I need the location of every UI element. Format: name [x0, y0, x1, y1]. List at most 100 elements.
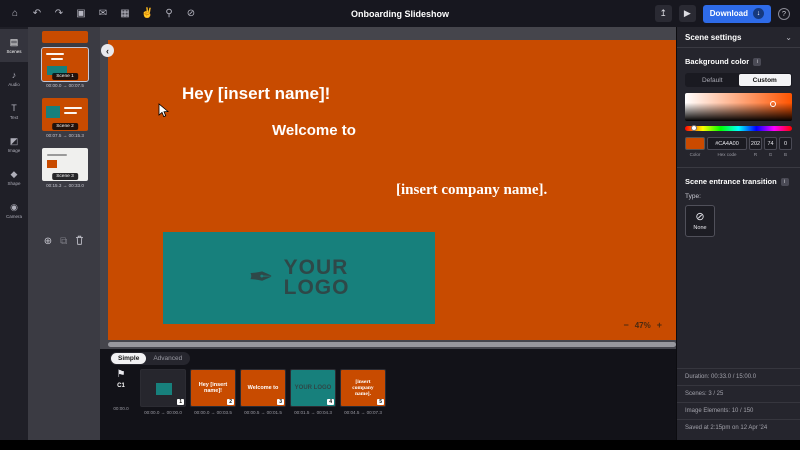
logo-placeholder[interactable]: ✒ YOUR LOGO [163, 232, 435, 324]
undo-icon[interactable]: ↶ [31, 9, 43, 19]
project-title[interactable]: Onboarding Slideshow [351, 9, 449, 19]
slide-subheading-text[interactable]: Welcome to [272, 122, 356, 139]
horizontal-scrollbar[interactable] [108, 342, 676, 347]
share-button[interactable]: ↥ [655, 5, 672, 22]
item-time-range: 00:01.5 → 00:04.3 [294, 410, 332, 415]
slide-canvas[interactable]: ‹ Hey [insert name]! Welcome to [insert … [108, 40, 676, 340]
app-window: ⌂ ↶ ↷ ▣ ✉ ▦ ✌ ⚲ ⊘ Onboarding Slideshow ↥… [0, 0, 800, 450]
scene-card-2[interactable]: Scene 2 00:07.5 → 00:15.3 [42, 98, 88, 138]
hue-cursor[interactable] [691, 125, 697, 131]
delete-scene-button[interactable] [75, 235, 84, 248]
scene-name-badge: Scene 1 [52, 73, 78, 80]
stat-scenes: Scenes: 3 / 25 [677, 385, 800, 402]
sidebar-item-label: Shape [7, 181, 20, 186]
collapse-panel-button[interactable]: ‹ [101, 44, 114, 57]
hex-code-field[interactable]: #CA4A00 [707, 137, 747, 150]
add-scene-button[interactable]: ⊕ [44, 236, 52, 247]
home-icon[interactable]: ⌂ [9, 9, 21, 19]
grid-icon[interactable]: ▦ [119, 9, 131, 19]
hue-slider[interactable] [685, 126, 792, 131]
sidebar-item-label: Scenes [6, 49, 21, 54]
settings-title: Scene settings [685, 33, 741, 42]
item-time-range: 00:04.5 → 00:07.3 [344, 410, 382, 415]
preview-play-button[interactable]: ▶ [679, 5, 696, 22]
blue-field[interactable]: 0 [779, 137, 792, 150]
scene-actions: ⊕ ⧉ [28, 235, 100, 248]
sidebar-item-label: Text [10, 115, 18, 120]
redo-icon[interactable]: ↷ [53, 9, 65, 19]
scene-card-3[interactable]: Scene 3 00:15.3 → 00:33.0 [42, 148, 88, 188]
download-button[interactable]: Download ↓ [703, 5, 771, 23]
thumb-image-block [47, 160, 57, 168]
tab-default[interactable]: Default [686, 74, 739, 86]
top-bar-actions: ↥ ▶ Download ↓ ? [655, 5, 800, 23]
scene-thumb-partial[interactable] [42, 31, 88, 43]
sidebar-item-label: Image [8, 148, 21, 153]
info-icon[interactable]: i [753, 58, 761, 66]
timeline-thumb-logo[interactable]: YOUR LOGO 4 [290, 369, 336, 407]
transition-type-label: Type: [685, 193, 792, 200]
timeline-thumb-shape[interactable]: 1 [140, 369, 186, 407]
slide-company-text[interactable]: [insert company name]. [396, 182, 547, 199]
teal-shape-preview [156, 383, 172, 395]
clipboard-icon[interactable]: ▣ [75, 9, 87, 19]
camera-track[interactable]: ⚑ C1 00:00.0 [108, 370, 134, 411]
scene-card-1[interactable]: Scene 1 00:00.0 → 00:07.5 [42, 48, 88, 88]
mouse-cursor [158, 103, 169, 123]
zoom-level: 47% [635, 321, 651, 330]
item-number-badge: 1 [177, 399, 184, 405]
sidebar-item-shape[interactable]: ◆ Shape [0, 161, 28, 194]
item-time-range: 00:00.5 → 00:01.5 [244, 410, 282, 415]
timeline-item-4[interactable]: YOUR LOGO 4 00:01.5 → 00:04.3 [290, 369, 336, 415]
sidebar-item-label: Audio [8, 82, 20, 87]
section-divider [677, 167, 800, 168]
zoom-out-button[interactable]: − [623, 320, 628, 330]
sidebar-item-camera[interactable]: ◉ Camera [0, 194, 28, 227]
timeline-items: 1 00:00.0 → 00:00.0 Hey [insert name]! 2… [140, 369, 386, 415]
scene-1-thumbnail[interactable]: Scene 1 [42, 48, 88, 81]
sidebar-item-text[interactable]: T Text [0, 95, 28, 128]
settings-header[interactable]: Scene settings ⌄ [677, 27, 800, 48]
none-label: None [693, 225, 706, 231]
sidebar-item-label: Camera [6, 214, 22, 219]
tab-custom[interactable]: Custom [739, 74, 792, 86]
hide-icon[interactable]: ⊘ [185, 9, 197, 19]
mode-advanced-button[interactable]: Advanced [146, 353, 189, 364]
timeline-thumb-company[interactable]: [insert company name]. 5 [340, 369, 386, 407]
share-icon: ↥ [660, 8, 668, 19]
zoom-in-button[interactable]: + [657, 320, 662, 330]
help-button[interactable]: ? [778, 8, 790, 20]
stat-image-elements: Image Elements: 10 / 150 [677, 402, 800, 419]
slide-heading-text[interactable]: Hey [insert name]! [182, 84, 330, 104]
trash-icon [75, 235, 84, 245]
timeline-item-3[interactable]: Welcome to 3 00:00.5 → 00:01.5 [240, 369, 286, 415]
green-field[interactable]: 74 [764, 137, 777, 150]
timeline-thumb-subheading[interactable]: Welcome to 3 [240, 369, 286, 407]
help-icon: ? [782, 9, 786, 18]
pin-icon[interactable]: ⚲ [163, 9, 175, 19]
zoom-control: − 47% + [623, 320, 662, 330]
color-swatch[interactable] [685, 137, 705, 150]
transition-none-option[interactable]: ⊘ None [685, 205, 715, 237]
red-field[interactable]: 202 [749, 137, 762, 150]
sidebar-item-audio[interactable]: ♪ Audio [0, 62, 28, 95]
saturation-picker[interactable] [685, 93, 792, 121]
timeline-item-5[interactable]: [insert company name]. 5 00:04.5 → 00:07… [340, 369, 386, 415]
sidebar-item-image[interactable]: ◩ Image [0, 128, 28, 161]
saturation-cursor[interactable] [770, 101, 776, 107]
sidebar-item-scenes[interactable]: ▤ Scenes [0, 29, 28, 62]
top-bar: ⌂ ↶ ↷ ▣ ✉ ▦ ✌ ⚲ ⊘ Onboarding Slideshow ↥… [0, 0, 800, 27]
color-mode-tabs: Default Custom [685, 73, 792, 87]
item-number-badge: 4 [327, 399, 334, 405]
info-icon[interactable]: i [781, 178, 789, 186]
mode-simple-button[interactable]: Simple [111, 353, 146, 364]
comment-icon[interactable]: ✉ [97, 9, 109, 19]
hand-tool-icon[interactable]: ✌ [141, 9, 153, 19]
timeline-thumb-heading[interactable]: Hey [insert name]! 2 [190, 369, 236, 407]
timeline-item-2[interactable]: Hey [insert name]! 2 00:00.0 → 00:03.5 [190, 369, 236, 415]
timeline-item-1[interactable]: 1 00:00.0 → 00:00.0 [140, 369, 186, 415]
scene-3-thumbnail[interactable]: Scene 3 [42, 148, 88, 181]
scene-time-range: 00:15.3 → 00:33.0 [42, 183, 88, 188]
scene-2-thumbnail[interactable]: Scene 2 [42, 98, 88, 131]
duplicate-scene-button[interactable]: ⧉ [60, 236, 67, 247]
